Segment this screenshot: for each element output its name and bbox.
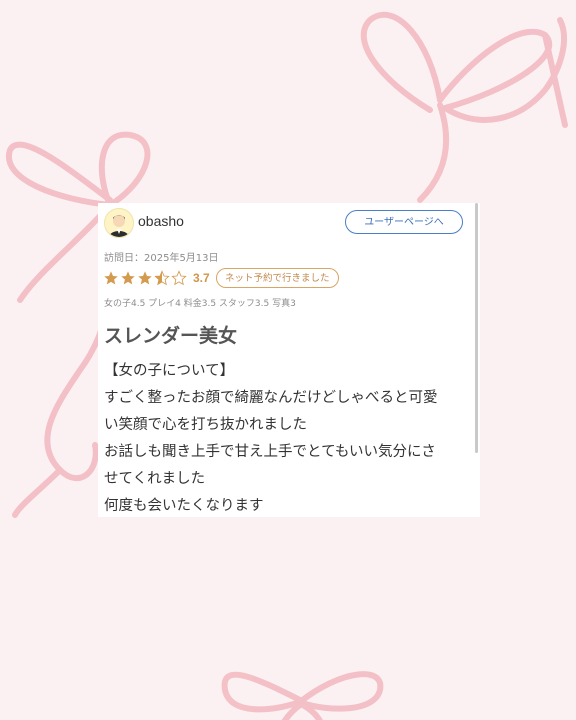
scrollbar[interactable] (475, 203, 478, 453)
sub-scores: 女の子4.5 プレイ4 料金3.5 スタッフ3.5 写真3 (104, 299, 296, 309)
review-body-line: 何度も会いたくなります (104, 498, 264, 514)
review-body-line: い笑顔で心を打ち抜かれました (104, 417, 307, 433)
star-rating (103, 270, 187, 288)
visit-date: 訪問日：2025年5月13日 (104, 253, 219, 264)
user-avatar-icon (104, 208, 134, 238)
star-icon (104, 271, 118, 285)
review-body: 【女の子について】 すごく整ったお顔で綺麗なんだけどしゃべると可愛 い笑顔で心を… (104, 358, 474, 517)
review-body-line: お話しも聞き上手で甘え上手でとてもいい気分にさ (104, 444, 436, 460)
star-empty-icon (171, 270, 187, 286)
star-icon (121, 271, 135, 285)
review-body-line: せてくれました (104, 471, 206, 487)
review-card: obasho ユーザーページへ 訪問日：2025年5月13日 3.7 ネット予約… (98, 203, 480, 517)
review-body-line: すごく整ったお顔で綺麗なんだけどしゃべると可愛 (104, 390, 438, 406)
star-icon (138, 271, 152, 285)
review-body-line: 【女の子について】 (104, 363, 235, 379)
star-half-icon (154, 270, 170, 286)
review-title: スレンダー美女 (104, 325, 238, 347)
username[interactable]: obasho (138, 213, 184, 229)
reservation-badge: ネット予約で行きました (216, 268, 339, 288)
user-page-button[interactable]: ユーザーページへ (345, 210, 463, 234)
rating-value: 3.7 (193, 271, 210, 285)
